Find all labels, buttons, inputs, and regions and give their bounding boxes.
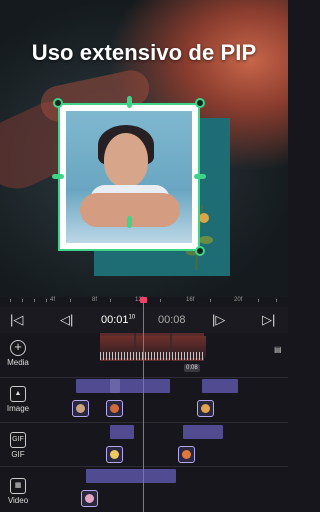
resize-handle-bottom-right[interactable] (195, 246, 205, 256)
image-clip[interactable] (76, 379, 170, 393)
ruler-tick (210, 299, 211, 302)
add-clip-icon[interactable]: ▤ (274, 345, 286, 357)
go-to-start-button[interactable]: |◁ (10, 312, 23, 328)
current-time-value: 00:01 (101, 314, 129, 326)
gif-clip-thumbnail[interactable] (106, 446, 123, 463)
image-label: Image (6, 404, 30, 413)
crop-handle-top[interactable] (127, 96, 132, 108)
resize-handle-top-left[interactable] (53, 98, 63, 108)
gif-clip-thumbnail[interactable] (178, 446, 195, 463)
image-clip[interactable] (202, 379, 238, 393)
previous-frame-button[interactable]: ◁| (60, 312, 73, 328)
gif-icon: GIF (10, 432, 26, 448)
playhead[interactable] (143, 297, 144, 512)
ruler-tick (258, 299, 259, 302)
media-label: Media (7, 358, 29, 367)
ruler-tick (34, 299, 35, 302)
ruler-label: 4f (50, 297, 56, 303)
promo-headline: Uso extensivo de PIP (31, 40, 257, 65)
image-icon: ▲ (10, 386, 26, 402)
ruler-tick (22, 299, 23, 302)
ruler-tick (160, 299, 161, 302)
gif-clip[interactable] (110, 425, 134, 439)
track-divider (0, 377, 288, 378)
crop-handle-right[interactable] (194, 174, 206, 179)
film-icon: ▦ (10, 478, 26, 494)
media-track-label[interactable]: + Media (0, 340, 36, 367)
image-clip-thumbnail[interactable] (197, 400, 214, 417)
video-preview[interactable]: Uso extensivo de PIP (0, 0, 288, 297)
gif-clip[interactable] (183, 425, 223, 439)
ruler-tick (110, 299, 111, 302)
video-clip[interactable] (86, 469, 176, 483)
rotate-handle-top-right[interactable] (195, 98, 205, 108)
track-divider (0, 466, 288, 467)
clip-duration-badge: 0:08 (184, 364, 200, 372)
current-time: 00:0110 (101, 314, 135, 326)
ruler-tick (70, 299, 71, 302)
image-clip-thumbnail[interactable] (72, 400, 89, 417)
ruler-tick (276, 299, 277, 302)
audio-waveform (100, 352, 204, 360)
next-frame-button[interactable]: |▷ (212, 312, 225, 328)
ruler-label: 20f (234, 297, 243, 303)
gif-track-label[interactable]: GIF GIF (0, 432, 36, 459)
current-frame-value: 10 (128, 314, 136, 321)
playback-controls: |◁ ◁| 00:0110 00:08 |▷ ▷| (0, 307, 288, 333)
image-clip-overlap (110, 379, 120, 393)
ruler-label: 8f (92, 297, 98, 303)
video-track-label[interactable]: ▦ Video (0, 478, 36, 505)
go-to-end-button[interactable]: ▷| (262, 312, 275, 328)
ruler-label: 16f (186, 297, 195, 303)
pip-selected-frame[interactable] (58, 103, 200, 251)
video-label: Video (7, 496, 29, 505)
ruler-tick (46, 299, 47, 302)
track-divider (0, 422, 288, 423)
crop-handle-bottom[interactable] (127, 216, 132, 228)
total-duration: 00:08 (158, 314, 186, 326)
gif-label: GIF (11, 450, 25, 459)
image-clip-thumbnail[interactable] (106, 400, 123, 417)
ruler-tick (10, 299, 11, 302)
crop-handle-left[interactable] (52, 174, 64, 179)
image-track-label[interactable]: ▲ Image (0, 386, 36, 413)
photo-face (104, 133, 148, 187)
add-media-icon: + (10, 340, 26, 356)
video-clip-thumbnail[interactable] (81, 490, 98, 507)
